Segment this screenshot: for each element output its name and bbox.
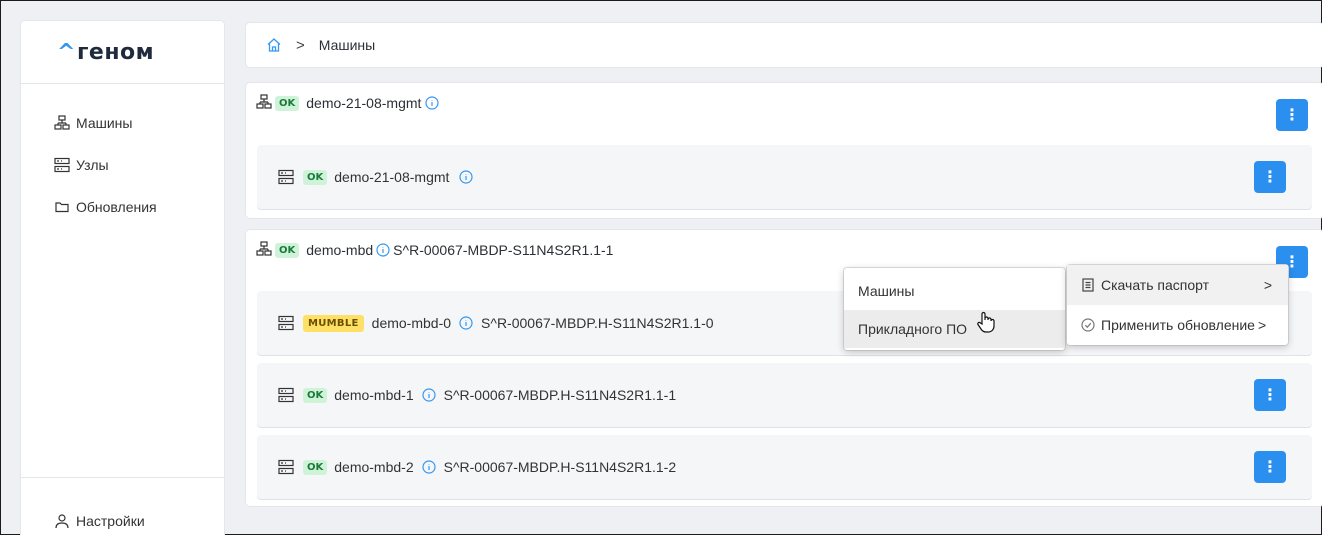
node-serial: S^R-00067-MBDP.H-S11N4S2R1.1-0 [481, 315, 714, 331]
sidebar-nav: Машины Узлы Обновления [21, 84, 224, 228]
node-name: demo-21-08-mgmt [334, 169, 450, 185]
status-badge: OK [303, 169, 328, 185]
menu-item-download-passport[interactable]: Скачать паспорт > [1067, 265, 1288, 305]
server-icon [278, 459, 294, 475]
breadcrumb: > Машины [246, 23, 1322, 67]
logo-text: геном [76, 39, 155, 65]
menu-item-label: Скачать паспорт [1101, 277, 1210, 293]
node-name: demo-mbd-0 [371, 315, 452, 331]
machine-name: demo-mbd [306, 242, 374, 258]
submenu-item-machines[interactable]: Машины [844, 272, 1065, 310]
user-icon [54, 513, 70, 529]
node-name: demo-mbd-1 [334, 387, 414, 403]
node-row: OK demo-21-08-mgmt ⋮ [257, 145, 1312, 209]
info-icon[interactable] [376, 243, 390, 257]
sidebar-item-nodes[interactable]: Узлы [21, 144, 224, 186]
machine-group-header: OK demo-21-08-mgmt [246, 83, 1322, 119]
node-serial: S^R-00067-MBDP.H-S11N4S2R1.1-2 [443, 459, 677, 475]
status-badge: OK [275, 95, 300, 111]
hand-cursor-icon [976, 311, 996, 336]
server-icon [54, 157, 70, 173]
sidebar-item-updates[interactable]: Обновления [21, 186, 224, 228]
menu-item-label: Применить обновление [1101, 317, 1255, 333]
sidebar-item-label: Настройки [76, 513, 145, 529]
logo-caret: ^ [57, 39, 76, 65]
sidebar-item-label: Узлы [76, 157, 109, 173]
sidebar-item-machines[interactable]: Машины [21, 102, 224, 144]
check-circle-icon [1081, 318, 1095, 332]
server-icon [278, 315, 294, 331]
info-icon[interactable] [422, 460, 436, 474]
sidebar-footer: Настройки [21, 477, 224, 535]
context-menu: Скачать паспорт > Применить обновление > [1067, 265, 1288, 345]
status-badge: OK [303, 387, 328, 403]
submenu: Машины Прикладного ПО [844, 268, 1065, 350]
info-icon[interactable] [422, 388, 436, 402]
status-badge: OK [275, 242, 300, 258]
node-actions-button[interactable]: ⋮ [1254, 451, 1286, 483]
breadcrumb-separator: > [296, 36, 305, 54]
status-badge: OK [303, 459, 328, 475]
sidebar-item-label: Машины [76, 115, 133, 131]
machines-icon [256, 240, 272, 260]
machine-group-header: OK demo-mbd S^R-00067-MBDP-S11N4S2R1.1-1 [246, 230, 1322, 266]
sidebar-item-settings[interactable]: Настройки [21, 500, 224, 535]
menu-item-label: Прикладного ПО [858, 321, 968, 337]
status-badge: MUMBLE [303, 314, 364, 332]
folder-icon [54, 199, 70, 215]
chevron-right-icon: > [1257, 317, 1267, 333]
menu-item-apply-update[interactable]: Применить обновление > [1067, 305, 1288, 345]
node-actions-button[interactable]: ⋮ [1254, 379, 1286, 411]
info-icon[interactable] [425, 96, 440, 110]
node-row: OK demo-mbd-2 S^R-00067-MBDP.H-S11N4S2R1… [257, 435, 1312, 499]
document-icon [1081, 278, 1095, 292]
node-row: OK demo-mbd-1 S^R-00067-MBDP.H-S11N4S2R1… [257, 363, 1312, 427]
node-actions-button[interactable]: ⋮ [1254, 161, 1286, 193]
machines-icon [256, 93, 272, 113]
node-name: demo-mbd-2 [334, 459, 414, 475]
machine-actions-button[interactable]: ⋮ [1276, 99, 1308, 131]
breadcrumb-current: Машины [318, 37, 376, 53]
node-serial: S^R-00067-MBDP.H-S11N4S2R1.1-1 [443, 387, 677, 403]
machine-group: OK demo-21-08-mgmt ⋮ OK demo-21-08-mgmt … [246, 83, 1322, 218]
machine-serial: S^R-00067-MBDP-S11N4S2R1.1-1 [393, 242, 614, 258]
info-icon[interactable] [459, 170, 474, 184]
chevron-right-icon: > [1263, 277, 1272, 293]
machines-icon [54, 115, 70, 131]
machine-name: demo-21-08-mgmt [306, 95, 422, 111]
menu-item-label: Машины [858, 283, 915, 299]
server-icon [278, 169, 294, 185]
sidebar: ^ геном Машины Узлы Обновления Настройки [21, 21, 224, 535]
submenu-item-application-software[interactable]: Прикладного ПО [844, 310, 1065, 348]
info-icon[interactable] [459, 316, 473, 330]
home-icon[interactable] [266, 37, 282, 53]
server-icon [278, 387, 294, 403]
sidebar-item-label: Обновления [76, 199, 157, 215]
logo[interactable]: ^ геном [21, 21, 224, 84]
